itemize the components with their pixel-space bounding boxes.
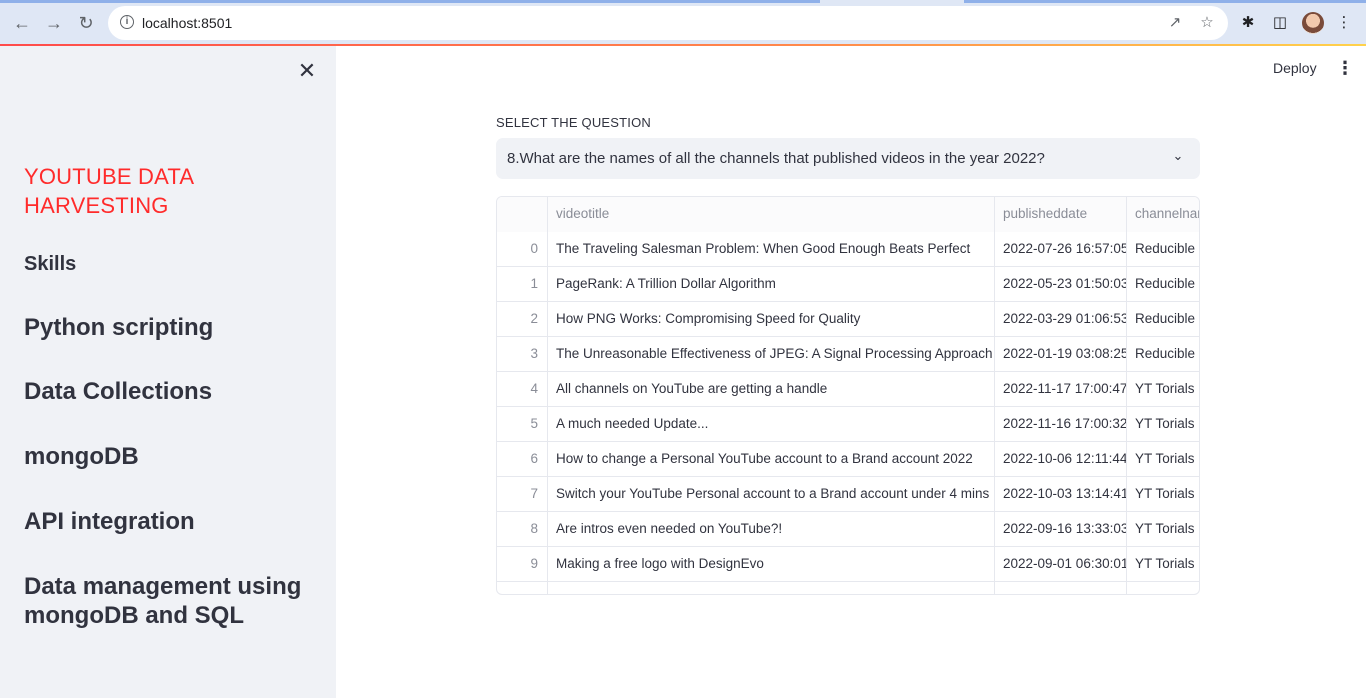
publisheddate-cell: 2022-09-16 13:33:03	[995, 512, 1127, 547]
table-row[interactable]: 6 How to change a Personal YouTube accoun…	[497, 442, 1199, 477]
publisheddate-cell: 2022-05-23 01:50:03	[995, 267, 1127, 302]
videotitle-cell: The Unreasonable Effectiveness of JPEG: …	[548, 337, 995, 372]
table-row[interactable]: 8 Are intros even needed on YouTube?! 2022…	[497, 512, 1199, 547]
videotitle-cell: A much needed Update...	[548, 407, 995, 442]
skill-mongodb: mongoDB	[24, 443, 139, 470]
empty-cell	[548, 582, 995, 594]
extensions-puzzle-icon[interactable]: ✱	[1238, 13, 1258, 33]
row-index-cell: 3	[497, 337, 548, 372]
url-text: localhost:8501	[142, 15, 233, 31]
empty-cell	[1127, 582, 1199, 594]
reload-icon[interactable]: ↻	[72, 9, 100, 37]
table-row[interactable]: 3 The Unreasonable Effectiveness of JPEG:…	[497, 337, 1199, 372]
row-index-cell: 8	[497, 512, 548, 547]
browser-menu-icon[interactable]: ⋮	[1334, 13, 1354, 33]
app-brand-title: YOUTUBE DATA HARVESTING	[24, 164, 194, 218]
row-index-cell: 0	[497, 232, 548, 267]
table-row[interactable]: 7 Switch your YouTube Personal account to…	[497, 477, 1199, 512]
tab-strip	[0, 0, 1366, 3]
share-icon[interactable]: ↗	[1166, 14, 1184, 32]
question-select-value: 8.What are the names of all the channels…	[507, 150, 1045, 167]
empty-cell	[995, 582, 1127, 594]
column-header-index	[497, 197, 548, 232]
profile-avatar[interactable]	[1302, 12, 1324, 34]
channelname-cell: YT Torials	[1135, 556, 1195, 571]
videotitle-cell: PageRank: A Trillion Dollar Algorithm	[548, 267, 995, 302]
channelname-cell: Reducible	[1135, 346, 1196, 361]
channelname-cell: Reducible	[1135, 241, 1196, 256]
publisheddate-cell: 2022-01-19 03:08:25	[995, 337, 1127, 372]
side-panel-icon[interactable]: ◫	[1270, 13, 1290, 33]
skills-heading: Skills	[24, 253, 77, 275]
column-header-publisheddate[interactable]: publisheddate	[995, 197, 1127, 232]
deploy-button[interactable]: Deploy	[1273, 60, 1317, 76]
row-index-cell: 7	[497, 477, 548, 512]
skill-python-scripting: Python scripting	[24, 314, 214, 341]
row-index-cell: 9	[497, 547, 548, 582]
publisheddate-cell: 2022-11-16 17:00:32	[995, 407, 1127, 442]
back-arrow-icon[interactable]: ←	[8, 9, 36, 37]
table-row[interactable]: 1 PageRank: A Trillion Dollar Algorithm 20…	[497, 267, 1199, 302]
column-header-videotitle[interactable]: videotitle	[548, 197, 995, 232]
forward-arrow-icon[interactable]: →	[40, 9, 68, 37]
table-row-partial	[497, 582, 1199, 594]
row-index-cell: 4	[497, 372, 548, 407]
videotitle-cell: How to change a Personal YouTube account…	[548, 442, 995, 477]
videotitle-cell: How PNG Works: Compromising Speed for Qu…	[548, 302, 995, 337]
table-header-row: videotitle publisheddate channelnar	[497, 197, 1199, 232]
channelname-cell: Reducible	[1135, 311, 1196, 326]
row-index-cell: 2	[497, 302, 548, 337]
skill-data-collections: Data Collections	[24, 378, 213, 405]
bookmark-star-icon[interactable]: ☆	[1198, 14, 1216, 32]
publisheddate-cell: 2022-10-03 13:14:41	[995, 477, 1127, 512]
table-row[interactable]: 0 The Traveling Salesman Problem: When Go…	[497, 232, 1199, 267]
videotitle-cell: Switch your YouTube Personal account to …	[548, 477, 995, 512]
row-index-cell: 5	[497, 407, 548, 442]
videotitle-cell: The Traveling Salesman Problem: When Goo…	[548, 232, 995, 267]
results-table[interactable]: videotitle publisheddate channelnar 0 The…	[496, 196, 1200, 595]
channelname-cell: YT Torials	[1135, 451, 1195, 466]
channelname-cell: Reducible	[1135, 276, 1196, 291]
question-select[interactable]: 8.What are the names of all the channels…	[496, 138, 1200, 179]
browser-toolbar: ← → ↻ i localhost:8501 ↗ ☆ ✱ ◫ ⋮	[0, 0, 1366, 46]
channelname-cell: YT Torials	[1135, 416, 1195, 431]
table-row[interactable]: 2 How PNG Works: Compromising Speed for Q…	[497, 302, 1199, 337]
table-row[interactable]: 9 Making a free logo with DesignEvo 2022-0…	[497, 547, 1199, 582]
videotitle-cell: All channels on YouTube are getting a ha…	[548, 372, 995, 407]
site-info-icon[interactable]: i	[120, 15, 134, 29]
publisheddate-cell: 2022-10-06 12:11:44	[995, 442, 1127, 477]
column-header-channelname[interactable]: channelnar	[1127, 197, 1199, 232]
row-index-cell: 1	[497, 267, 548, 302]
address-bar[interactable]: i localhost:8501 ↗ ☆	[108, 6, 1228, 40]
table-row[interactable]: 4 All channels on YouTube are getting a h…	[497, 372, 1199, 407]
question-select-label: SELECT THE QUESTION	[496, 115, 652, 130]
publisheddate-cell: 2022-11-17 17:00:47	[995, 372, 1127, 407]
main-menu-icon[interactable]: ⋮	[1336, 58, 1354, 78]
publisheddate-cell: 2022-03-29 01:06:53	[995, 302, 1127, 337]
publisheddate-cell: 2022-07-26 16:57:05	[995, 232, 1127, 267]
channelname-cell: YT Torials	[1135, 486, 1195, 501]
sidebar: ✕ YOUTUBE DATA HARVESTING Skills Python …	[0, 46, 336, 698]
close-sidebar-icon[interactable]: ✕	[296, 60, 318, 82]
channelname-cell: YT Torials	[1135, 381, 1195, 396]
videotitle-cell: Are intros even needed on YouTube?!	[548, 512, 995, 547]
publisheddate-cell: 2022-09-01 06:30:01	[995, 547, 1127, 582]
skill-data-management: Data management using mongoDB and SQL	[24, 573, 302, 629]
row-index-cell: 6	[497, 442, 548, 477]
chevron-down-icon[interactable]: ⌄	[1170, 148, 1186, 164]
main-content: Deploy ⋮ SELECT THE QUESTION 8.What are …	[336, 46, 1366, 698]
empty-cell	[497, 582, 548, 594]
table-row[interactable]: 5A much needed Update... 2022-11-16 17:00…	[497, 407, 1199, 442]
videotitle-cell: Making a free logo with DesignEvo	[548, 547, 995, 582]
skill-api-integration: API integration	[24, 508, 195, 535]
channelname-cell: YT Torials	[1135, 521, 1195, 536]
